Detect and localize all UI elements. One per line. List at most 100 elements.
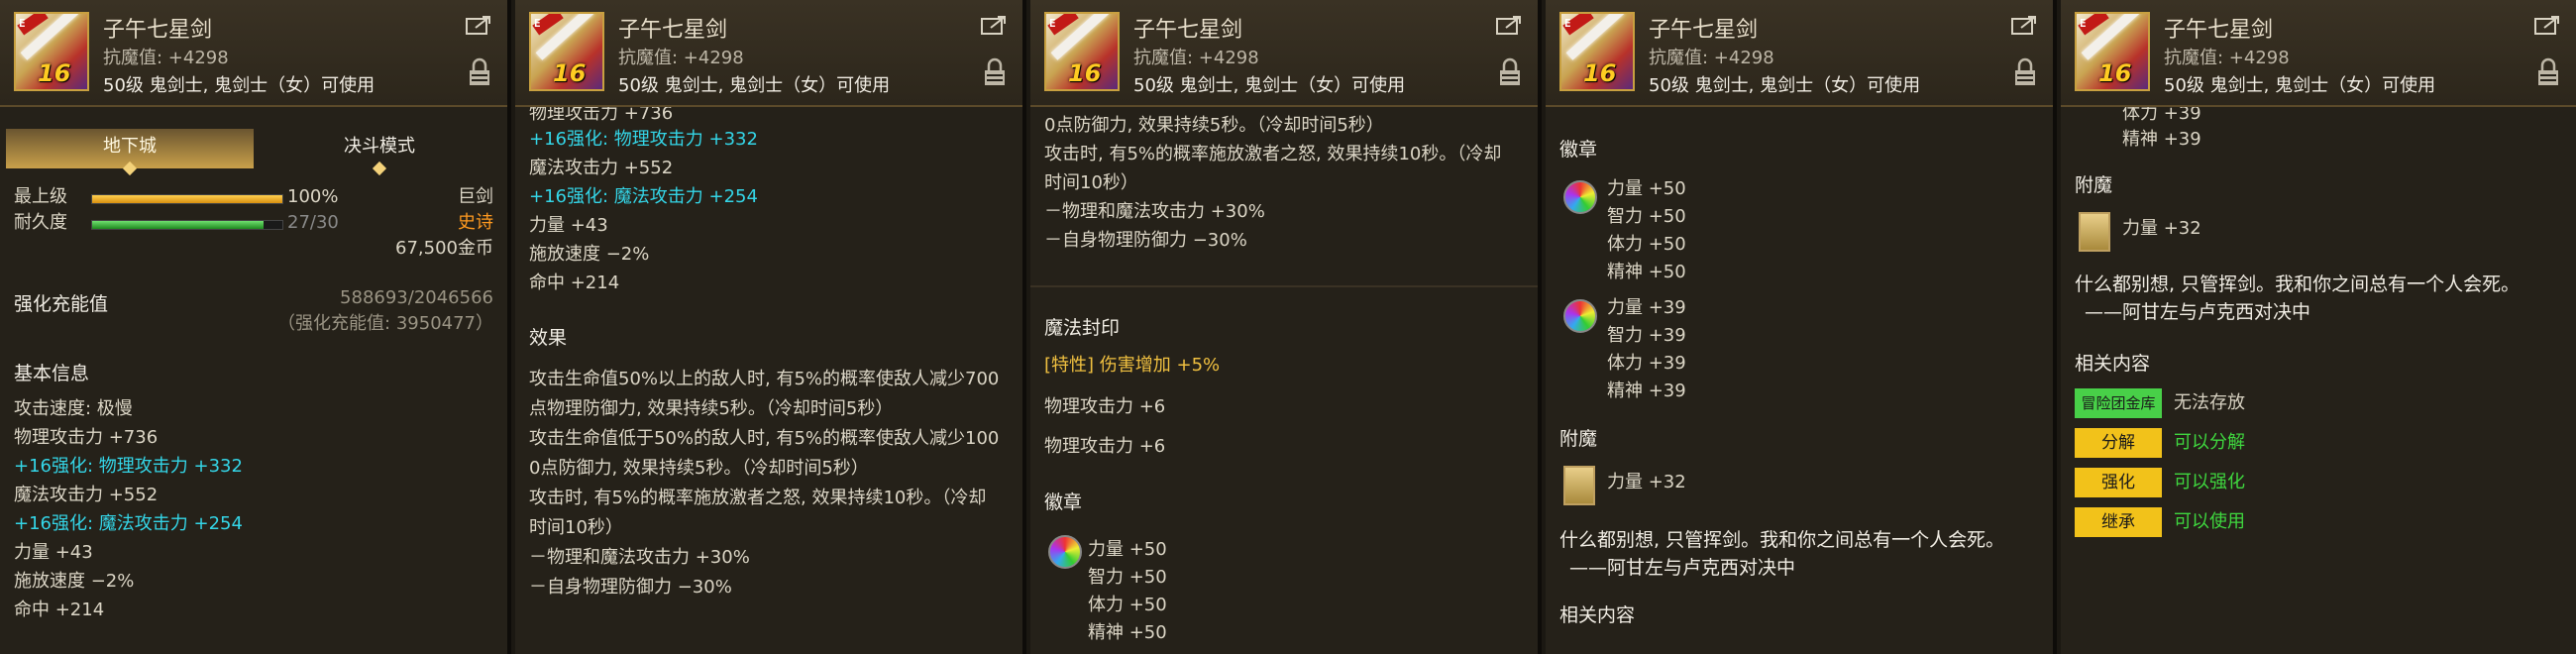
- item-resist: 抗魔值: +4298: [1133, 48, 1259, 68]
- panel-body: 地下城 决斗模式 最上级 100% 耐久度 27/30 巨剑 史诗 67,500…: [0, 107, 507, 654]
- stat-line: +16强化: 物理攻击力 +332: [14, 456, 243, 477]
- seal-stat: 物理攻击力 +6: [1044, 396, 1166, 417]
- emblem-stat: 精神 +50: [1088, 622, 1167, 643]
- sword-icon: E 16: [14, 12, 89, 91]
- emblem-gem-icon: [1563, 180, 1597, 214]
- item-header: E 16 子午七星剑 抗魔值: +4298 50级 鬼剑士, 鬼剑士（女）可使用: [1546, 0, 2053, 107]
- related-text: 无法存放: [2174, 392, 2245, 413]
- seal-trait: [特性] 伤害增加 +5%: [1044, 355, 1221, 376]
- stat-line: 魔法攻击力 +552: [529, 158, 674, 178]
- rarity-label: 史诗: [458, 212, 493, 233]
- tab-dungeon[interactable]: 地下城: [6, 129, 254, 176]
- panel-body: 物理攻击力 +736 +16强化: 物理攻击力 +332 魔法攻击力 +552 +1…: [515, 103, 1022, 654]
- durability-label: 耐久度: [14, 212, 67, 233]
- item-resist: 抗魔值: +4298: [103, 48, 229, 68]
- emblem-title: 徽章: [1559, 139, 1598, 161]
- item-requirement: 50级 鬼剑士, 鬼剑士（女）可使用: [1649, 75, 1921, 96]
- energy-label: 强化充能值: [14, 293, 109, 315]
- stat-line: 命中 +214: [14, 600, 105, 620]
- flavor-source: ——阿甘左与卢克西对决中: [1569, 557, 1796, 579]
- share-icon[interactable]: [2534, 14, 2562, 36]
- emblem-gem-icon: [1563, 299, 1597, 333]
- flavor-source: ——阿甘左与卢克西对决中: [2085, 301, 2311, 323]
- effect-line: 攻击时, 有5%的概率施放激者之怒, 效果持续10秒。（冷却: [1044, 144, 1502, 164]
- tooltip-strip: E 16 子午七星剑 抗魔值: +4298 50级 鬼剑士, 鬼剑士（女）可使用 …: [0, 0, 2576, 654]
- item-requirement: 50级 鬼剑士, 鬼剑士（女）可使用: [618, 75, 891, 96]
- emblem-stat: 体力 +50: [1088, 595, 1167, 615]
- top-level-bar: [91, 194, 283, 204]
- panel-body: 体力 +39 精神 +39 附魔 力量 +32 什么都别想, 只管挥剑。我和你之…: [2061, 103, 2576, 654]
- stat-line: +16强化: 魔法攻击力 +254: [529, 186, 758, 207]
- panel-body: 0点防御力, 效果持续5秒。（冷却时间5秒） 攻击时, 有5%的概率施放激者之怒,…: [1030, 107, 1538, 654]
- share-icon[interactable]: [466, 14, 493, 36]
- item-header: E 16 子午七星剑 抗魔值: +4298 50级 鬼剑士, 鬼剑士（女）可使用: [0, 0, 507, 107]
- emblem-title: 徽章: [1044, 491, 1083, 513]
- stat-line: 力量 +43: [14, 542, 93, 563]
- related-title: 相关内容: [2075, 353, 2151, 375]
- flavor-quote: 什么都别想, 只管挥剑。我和你之间总有一个人会死。: [2075, 273, 2521, 295]
- effect-title: 效果: [529, 327, 568, 349]
- seal-title: 魔法封印: [1044, 317, 1121, 339]
- stat-line: 施放速度 −2%: [14, 571, 135, 592]
- tab-duel[interactable]: 决斗模式: [254, 129, 505, 176]
- item-resist: 抗魔值: +4298: [2164, 48, 2290, 68]
- share-icon[interactable]: [1496, 14, 1524, 36]
- emblem-stat: 智力 +50: [1607, 206, 1686, 227]
- sword-icon: E 16: [529, 12, 604, 91]
- divider: [1030, 285, 1538, 287]
- related-title: 相关内容: [1559, 604, 1636, 626]
- flavor-quote: 什么都别想, 只管挥剑。我和你之间总有一个人会死。: [1559, 529, 2005, 551]
- effect-line: －自身物理防御力 −30%: [529, 577, 732, 598]
- related-tag: 冒险团金库: [2075, 388, 2162, 418]
- top-level-label: 最上级: [14, 186, 67, 207]
- related-tag: 分解: [2075, 428, 2162, 458]
- emblem-stat: 精神 +39: [1607, 381, 1686, 401]
- effect-line: 时间10秒）: [529, 517, 623, 538]
- durability-bar: [91, 220, 283, 230]
- sword-icon: E 16: [1044, 12, 1120, 91]
- tooltip-panel-3: E 16 子午七星剑 抗魔值: +4298 50级 鬼剑士, 鬼剑士（女）可使用 …: [1030, 0, 1542, 654]
- stat-line: +16强化: 物理攻击力 +332: [529, 129, 758, 150]
- effect-line: －自身物理防御力 −30%: [1044, 230, 1247, 251]
- sword-icon: E 16: [1559, 12, 1635, 91]
- related-tag: 强化: [2075, 468, 2162, 497]
- related-text: 可以分解: [2174, 432, 2245, 453]
- lock-icon[interactable]: [1498, 57, 1522, 87]
- tooltip-panel-2: E 16 子午七星剑 抗魔值: +4298 50级 鬼剑士, 鬼剑士（女）可使用 …: [515, 0, 1026, 654]
- durability-value: 27/30: [287, 212, 339, 233]
- item-resist: 抗魔值: +4298: [618, 48, 744, 68]
- lock-icon[interactable]: [983, 57, 1007, 87]
- lock-icon[interactable]: [2536, 57, 2560, 87]
- emblem-stat: 力量 +50: [1607, 178, 1686, 199]
- emblem-stat: 智力 +39: [1607, 325, 1686, 346]
- tooltip-panel-1: E 16 子午七星剑 抗魔值: +4298 50级 鬼剑士, 鬼剑士（女）可使用 …: [0, 0, 511, 654]
- lock-icon[interactable]: [468, 57, 491, 87]
- effect-line: 攻击生命值50%以上的敌人时, 有5%的概率使敌人减少700: [529, 369, 1000, 389]
- item-resist: 抗魔值: +4298: [1649, 48, 1774, 68]
- related-tag: 继承: [2075, 507, 2162, 537]
- mode-tabs: 地下城 决斗模式: [6, 129, 505, 176]
- effect-line: 0点防御力, 效果持续5秒。（冷却时间5秒）: [1044, 115, 1384, 136]
- cut-off-stat: 精神 +39: [2122, 129, 2201, 150]
- effect-line: 点物理防御力, 效果持续5秒。（冷却时间5秒）: [529, 398, 894, 419]
- panel-body: 徽章 力量 +50 智力 +50 体力 +50 精神 +50 力量 +39 智力 +39…: [1546, 107, 2053, 654]
- price-label: 67,500金币: [395, 238, 493, 259]
- stat-line: 攻击速度: 极慢: [14, 398, 133, 419]
- share-icon[interactable]: [981, 14, 1009, 36]
- item-name: 子午七星剑: [1133, 18, 1243, 43]
- enchant-card-icon: [1563, 466, 1595, 505]
- share-icon[interactable]: [2011, 14, 2039, 36]
- emblem-stat: 体力 +50: [1607, 234, 1686, 255]
- effect-line: 攻击时, 有5%的概率施放激者之怒, 效果持续10秒。（冷却: [529, 488, 987, 508]
- effect-line: 时间10秒）: [1044, 172, 1138, 193]
- effect-line: －物理和魔法攻击力 +30%: [1044, 201, 1265, 222]
- sword-icon: E 16: [2075, 12, 2150, 91]
- effect-line: －物理和魔法攻击力 +30%: [529, 547, 750, 568]
- energy-sub: （强化充能值: 3950477）: [277, 313, 493, 334]
- item-name: 子午七星剑: [2164, 18, 2274, 43]
- lock-icon[interactable]: [2013, 57, 2037, 87]
- enchant-stat: 力量 +32: [1607, 472, 1686, 492]
- seal-stat: 物理攻击力 +6: [1044, 436, 1166, 457]
- item-name: 子午七星剑: [618, 18, 728, 43]
- stat-line: +16强化: 魔法攻击力 +254: [14, 513, 243, 534]
